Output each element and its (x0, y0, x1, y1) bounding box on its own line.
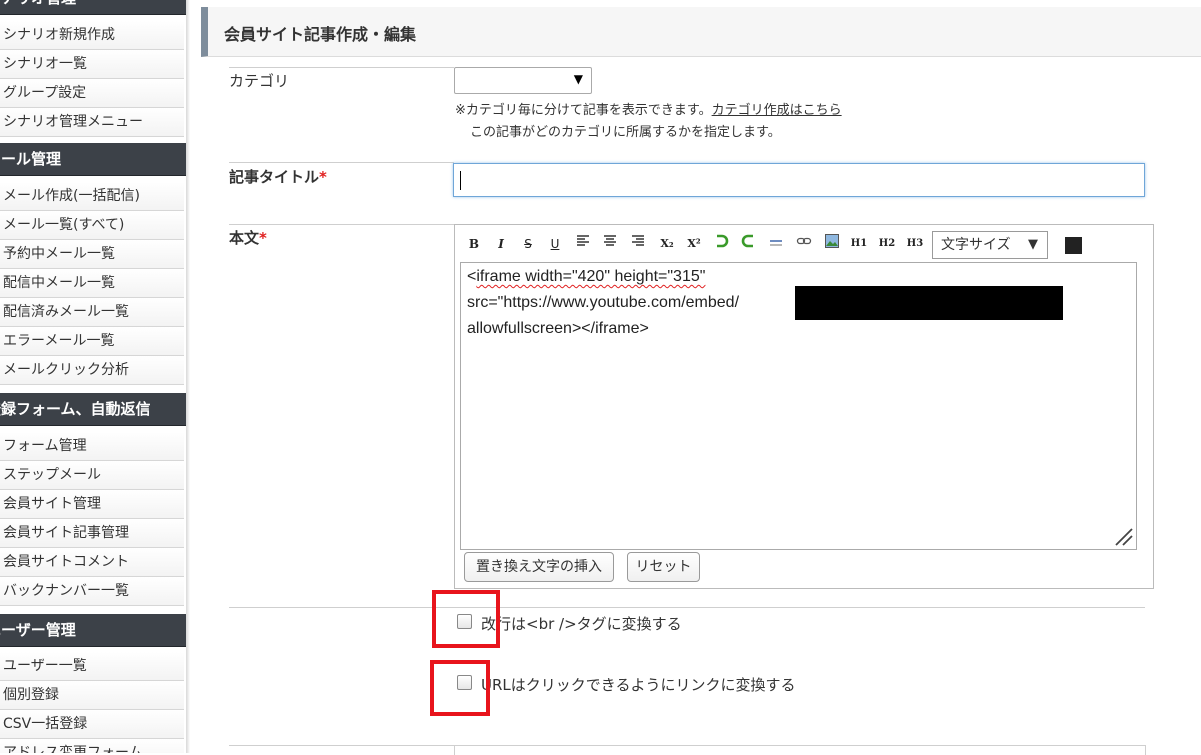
sidebar-item-scenario-list[interactable]: シナリオ一覧 (0, 50, 184, 79)
sidebar-item-mail-error[interactable]: エラーメール一覧 (0, 327, 184, 356)
category-note: ※カテゴリ毎に分けて記事を表示できます。カテゴリ作成はこちら (455, 99, 842, 118)
reset-button[interactable]: リセット (627, 552, 700, 582)
required-mark: * (259, 229, 267, 247)
image-icon[interactable] (823, 233, 841, 255)
undo-icon[interactable] (712, 233, 730, 255)
page-title: 会員サイト記事作成・編集 (224, 25, 417, 44)
highlight-box (430, 660, 490, 716)
italic-button[interactable]: I (495, 233, 507, 255)
row-divider (229, 607, 1145, 608)
superscript-button[interactable]: X² (685, 233, 703, 255)
body-line-1: <iframe width="420" height="315" (467, 268, 706, 285)
sidebar-section-scenario: シナリオ管理 (0, 0, 186, 15)
row-divider (229, 162, 454, 163)
redaction-block (795, 286, 1063, 320)
sidebar-item-mail-scheduled[interactable]: 予約中メール一覧 (0, 240, 184, 269)
sidebar-section-users: ユーザー管理 (0, 614, 186, 647)
sidebar-item-group-settings[interactable]: グループ設定 (0, 79, 184, 108)
category-create-link[interactable]: カテゴリ作成はこちら (712, 103, 842, 118)
sidebar-item-member-site[interactable]: 会員サイト管理 (0, 490, 184, 519)
sidebar-item-member-articles[interactable]: 会員サイト記事管理 (0, 519, 184, 548)
heading-1-button[interactable]: H1 (850, 233, 868, 255)
sidebar: シナリオ管理 シナリオ新規作成 シナリオ一覧 グループ設定 シナリオ管理メニュー… (0, 0, 187, 753)
body-line-2: src="https://www.youtube.com/embed/ (467, 294, 740, 311)
sidebar-item-scenario-menu[interactable]: シナリオ管理メニュー (0, 108, 184, 137)
strikethrough-button[interactable]: S (520, 233, 536, 255)
sidebar-item-user-register[interactable]: 個別登録 (0, 681, 184, 710)
body-textarea[interactable]: <iframe width="420" height="315" src="ht… (460, 262, 1137, 550)
category-note-line2: この記事がどのカテゴリに所属するかを指定します。 (470, 125, 781, 140)
font-size-select[interactable]: 文字サイズ ▼ (932, 231, 1048, 259)
text-color-swatch[interactable] (1065, 237, 1082, 254)
body-line-3: allowfullscreen></iframe> (467, 320, 649, 337)
br-convert-label: 改行は<br />タグに変換する (481, 615, 682, 633)
body-label: 本文* (229, 227, 267, 248)
resize-handle-icon[interactable] (1112, 525, 1134, 547)
next-field-input[interactable] (454, 745, 1146, 755)
redo-icon[interactable] (740, 233, 758, 255)
sidebar-item-mail-sending[interactable]: 配信中メール一覧 (0, 269, 184, 298)
page-title-bar: 会員サイト記事作成・編集 (201, 7, 1201, 57)
heading-2-button[interactable]: H2 (878, 233, 896, 255)
sidebar-shadow (186, 0, 190, 753)
row-divider (229, 67, 454, 68)
sidebar-item-user-list[interactable]: ユーザー一覧 (0, 652, 184, 681)
bold-button[interactable]: B (467, 233, 481, 255)
text-caret (460, 171, 461, 190)
category-label: カテゴリ (229, 72, 290, 90)
category-select[interactable]: ▼ (454, 67, 592, 94)
align-right-icon[interactable] (630, 233, 646, 255)
highlight-box (432, 590, 500, 648)
sidebar-section-forms: 登録フォーム、自動返信 (0, 393, 186, 426)
align-left-icon[interactable] (575, 233, 591, 255)
sidebar-section-mail: メール管理 (0, 143, 186, 176)
sidebar-item-step-mail[interactable]: ステップメール (0, 461, 184, 490)
title-label-text: 記事タイトル (229, 168, 320, 186)
subscript-button[interactable]: X₂ (658, 233, 676, 255)
body-line-1-text: iframe width="420" height="315" (476, 268, 706, 285)
sidebar-item-scenario-new[interactable]: シナリオ新規作成 (0, 21, 184, 50)
row-divider (229, 224, 454, 225)
sidebar-item-member-comments[interactable]: 会員サイトコメント (0, 548, 184, 577)
heading-3-button[interactable]: H3 (906, 233, 924, 255)
font-size-label: 文字サイズ (941, 237, 1011, 253)
link-icon[interactable] (795, 233, 813, 255)
underline-button[interactable]: U (548, 233, 562, 255)
row-divider (229, 745, 454, 746)
horizontal-rule-icon[interactable] (767, 233, 785, 255)
sidebar-item-form-manage[interactable]: フォーム管理 (0, 432, 184, 461)
category-note-text: ※カテゴリ毎に分けて記事を表示できます。 (455, 103, 712, 118)
sidebar-item-csv-import[interactable]: CSV一括登録 (0, 710, 184, 739)
sidebar-item-mail-sent[interactable]: 配信済みメール一覧 (0, 298, 184, 327)
required-mark: * (319, 168, 327, 186)
title-input[interactable] (453, 163, 1145, 197)
body-label-text: 本文 (229, 229, 260, 247)
sidebar-item-backnumber[interactable]: バックナンバー一覧 (0, 577, 184, 606)
sidebar-item-mail-click[interactable]: メールクリック分析 (0, 356, 184, 385)
align-center-icon[interactable] (602, 233, 618, 255)
title-label: 記事タイトル* (229, 166, 327, 187)
chevron-down-icon: ▼ (573, 72, 583, 86)
sidebar-item-address-change[interactable]: アドレス変更フォーム (0, 739, 184, 753)
chevron-down-icon: ▼ (1028, 237, 1038, 252)
insert-placeholder-button[interactable]: 置き換え文字の挿入 (464, 552, 614, 582)
sidebar-item-mail-list[interactable]: メール一覧(すべて) (0, 211, 184, 240)
sidebar-item-mail-create[interactable]: メール作成(一括配信) (0, 182, 184, 211)
url-convert-label: URLはクリックできるようにリンクに変換する (481, 676, 796, 694)
